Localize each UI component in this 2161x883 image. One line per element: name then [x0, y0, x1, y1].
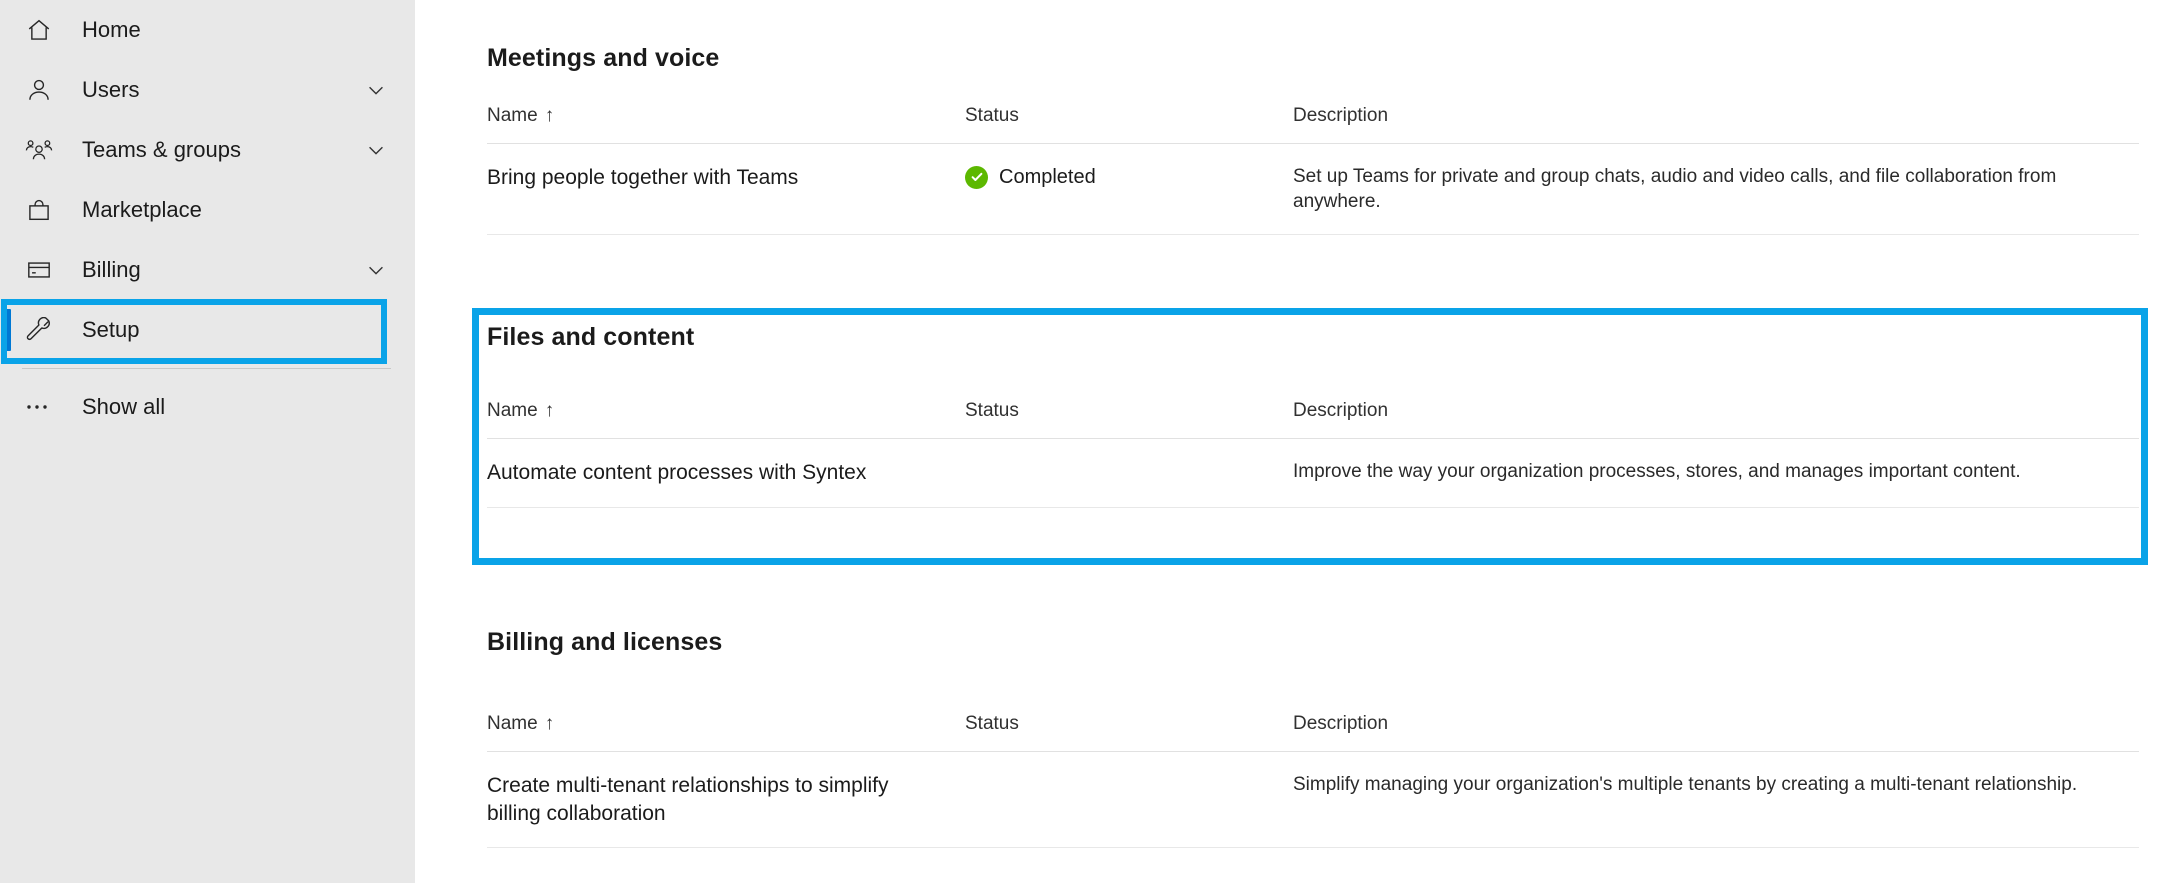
sidebar-item-billing[interactable]: Billing [0, 240, 415, 300]
bag-icon [22, 193, 56, 227]
task-status [965, 752, 1293, 848]
sidebar-item-marketplace[interactable]: Marketplace [0, 180, 415, 240]
sidebar-item-users[interactable]: Users [0, 60, 415, 120]
column-header-status[interactable]: Status [965, 105, 1293, 144]
sort-ascending-icon[interactable]: ↑ [545, 713, 555, 735]
sidebar-item-label: Show all [82, 394, 165, 420]
home-icon [22, 13, 56, 47]
check-circle-icon [965, 166, 988, 189]
credit-card-icon [22, 253, 56, 287]
column-header-description[interactable]: Description [1293, 105, 2139, 144]
sort-ascending-icon[interactable]: ↑ [545, 400, 555, 422]
section-title: Billing and licenses [487, 628, 2139, 657]
task-name[interactable]: Create multi-tenant relationships to sim… [487, 752, 965, 848]
column-header-description[interactable]: Description [1293, 713, 2139, 752]
primary-navigation-sidebar: Home Users Teams & groups [0, 0, 415, 883]
setup-main-content: Meetings and voice Name↑ Status Descript… [415, 0, 2161, 883]
ellipsis-icon [22, 390, 56, 424]
sidebar-item-label: Home [82, 17, 141, 43]
sidebar-item-label: Setup [82, 317, 140, 343]
setup-tasks-table: Name↑ Status Description Automate conten… [487, 400, 2139, 508]
table-header-row: Name↑ Status Description [487, 105, 2139, 144]
table-header-row: Name↑ Status Description [487, 400, 2139, 439]
task-description: Set up Teams for private and group chats… [1293, 144, 2139, 235]
sidebar-item-label: Teams & groups [82, 137, 241, 163]
column-header-name[interactable]: Name↑ [487, 105, 965, 144]
section-billing-and-licenses: Billing and licenses Name↑ Status Descri… [487, 628, 2139, 848]
task-description: Improve the way your organization proces… [1293, 439, 2139, 508]
setup-tasks-table: Name↑ Status Description Bring people to… [487, 105, 2139, 235]
people-group-icon [22, 133, 56, 167]
sidebar-item-label: Billing [82, 257, 141, 283]
column-header-status[interactable]: Status [965, 400, 1293, 439]
chevron-down-icon[interactable] [365, 259, 387, 281]
sidebar-divider [22, 368, 391, 369]
sort-ascending-icon[interactable]: ↑ [545, 105, 555, 127]
setup-tasks-table: Name↑ Status Description Create multi-te… [487, 713, 2139, 848]
column-header-name[interactable]: Name↑ [487, 400, 965, 439]
column-header-description[interactable]: Description [1293, 400, 2139, 439]
section-meetings-and-voice: Meetings and voice Name↑ Status Descript… [487, 44, 2139, 235]
chevron-down-icon[interactable] [365, 79, 387, 101]
sidebar-item-label: Marketplace [82, 197, 202, 223]
chevron-down-icon[interactable] [365, 139, 387, 161]
sidebar-item-label: Users [82, 77, 139, 103]
table-row[interactable]: Bring people together with Teams Complet… [487, 144, 2139, 235]
user-icon [22, 73, 56, 107]
task-status [965, 439, 1293, 508]
column-header-name[interactable]: Name↑ [487, 713, 965, 752]
sidebar-item-home[interactable]: Home [0, 0, 415, 60]
table-header-row: Name↑ Status Description [487, 713, 2139, 752]
task-status: Completed [965, 144, 1293, 235]
table-row[interactable]: Automate content processes with Syntex I… [487, 439, 2139, 508]
column-header-status[interactable]: Status [965, 713, 1293, 752]
section-title: Files and content [487, 323, 2139, 352]
wrench-icon [22, 313, 56, 347]
task-description: Simplify managing your organization's mu… [1293, 752, 2139, 848]
task-name[interactable]: Bring people together with Teams [487, 144, 965, 235]
section-title: Meetings and voice [487, 44, 2139, 73]
sidebar-item-show-all[interactable]: Show all [0, 377, 415, 437]
section-files-and-content: Files and content Name↑ Status Descripti… [487, 323, 2139, 508]
status-badge: Completed [999, 164, 1096, 190]
table-row[interactable]: Create multi-tenant relationships to sim… [487, 752, 2139, 848]
sidebar-item-teams-and-groups[interactable]: Teams & groups [0, 120, 415, 180]
task-name[interactable]: Automate content processes with Syntex [487, 439, 965, 508]
sidebar-item-setup[interactable]: Setup [0, 300, 415, 360]
